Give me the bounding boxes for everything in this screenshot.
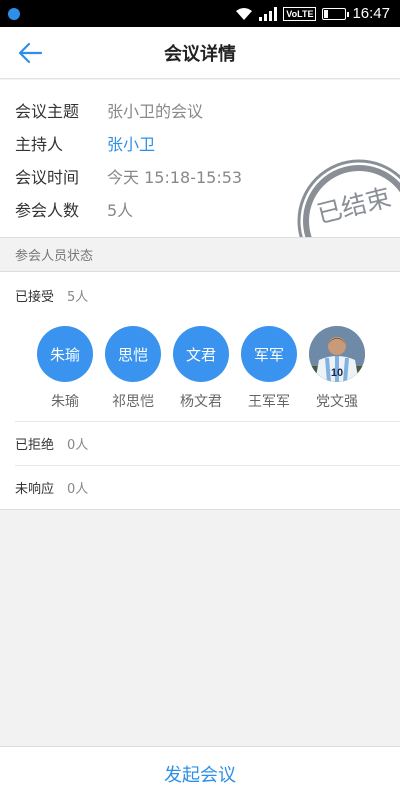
status-bar: VoLTE 16:47 (0, 0, 400, 27)
accepted-label: 已接受 (15, 290, 55, 305)
topic-label: 会议主题 (15, 102, 80, 121)
signal-icon (259, 6, 278, 21)
accepted-avatar-list: 朱瑜 朱瑜 思恺 祁思恺 文君 杨文君 军军 王军军 10 党文强 (37, 326, 365, 411)
nav-bar: 会议详情 (0, 27, 400, 79)
back-arrow-icon (18, 42, 43, 64)
wifi-icon (236, 7, 253, 20)
avatar: 思恺 (105, 326, 161, 382)
count-row: 参会人数 5人 (15, 197, 133, 221)
back-button[interactable] (14, 39, 46, 67)
status-time: 16:47 (352, 5, 390, 22)
topic-value: 张小卫的会议 (107, 102, 204, 121)
start-meeting-button[interactable]: 发起会议 (164, 761, 236, 787)
attendee-name: 王军军 (248, 394, 290, 410)
profile-photo-icon: 10 (309, 326, 365, 382)
no-response-label: 未响应 (15, 482, 55, 497)
volte-badge: VoLTE (283, 6, 317, 21)
accepted-count: 5人 (67, 290, 89, 305)
attendee-name: 杨文君 (180, 394, 222, 410)
stamp-text: 已结束 (314, 183, 394, 229)
divider (15, 421, 400, 422)
topic-row: 会议主题 张小卫的会议 (15, 98, 203, 122)
no-response-row: 未响应 0人 (15, 478, 88, 497)
attendee-item[interactable]: 朱瑜 朱瑜 (37, 326, 93, 411)
declined-row: 已拒绝 0人 (15, 434, 88, 453)
svg-text:10: 10 (331, 367, 343, 379)
time-value: 今天 15:18-15:53 (107, 168, 243, 187)
screen: VoLTE 16:47 会议详情 会议主题 张小卫的会议 主持人 张小卫 会议时… (0, 0, 400, 800)
host-label: 主持人 (15, 135, 64, 154)
attendee-name: 党文强 (316, 394, 358, 410)
avatar: 朱瑜 (37, 326, 93, 382)
avatar: 军军 (241, 326, 297, 382)
status-icons: VoLTE 16:47 (235, 5, 390, 22)
attendee-status-title: 参会人员状态 (15, 249, 94, 264)
photo-avatar: 10 (309, 326, 365, 382)
declined-label: 已拒绝 (15, 438, 55, 453)
time-row: 会议时间 今天 15:18-15:53 (15, 164, 242, 188)
accepted-row: 已接受 5人 (15, 286, 88, 305)
ended-stamp: 已结束 (297, 159, 400, 237)
meeting-info-card: 会议主题 张小卫的会议 主持人 张小卫 会议时间 今天 15:18-15:53 … (0, 80, 400, 237)
no-response-count: 0人 (67, 482, 89, 497)
attendee-status-header: 参会人员状态 (0, 237, 400, 272)
app-notification-icon (8, 7, 20, 20)
attendee-card: 已接受 5人 朱瑜 朱瑜 思恺 祁思恺 文君 杨文君 军军 王军军 10 党文强… (0, 272, 400, 510)
attendee-name: 朱瑜 (51, 394, 79, 410)
host-link[interactable]: 张小卫 (107, 131, 155, 155)
count-label: 参会人数 (15, 201, 80, 220)
divider (15, 465, 400, 466)
bottom-action-bar: 发起会议 (0, 746, 400, 800)
count-value: 5人 (107, 201, 134, 220)
attendee-item[interactable]: 10 党文强 (309, 326, 365, 411)
time-label: 会议时间 (15, 168, 80, 187)
attendee-item[interactable]: 军军 王军军 (241, 326, 297, 411)
attendee-item[interactable]: 文君 杨文君 (173, 326, 229, 411)
host-row: 主持人 张小卫 (15, 131, 155, 155)
attendee-name: 祁思恺 (112, 394, 154, 410)
battery-icon (322, 7, 350, 20)
avatar: 文君 (173, 326, 229, 382)
attendee-item[interactable]: 思恺 祁思恺 (105, 326, 161, 411)
declined-count: 0人 (67, 438, 89, 453)
page-title: 会议详情 (164, 43, 236, 65)
